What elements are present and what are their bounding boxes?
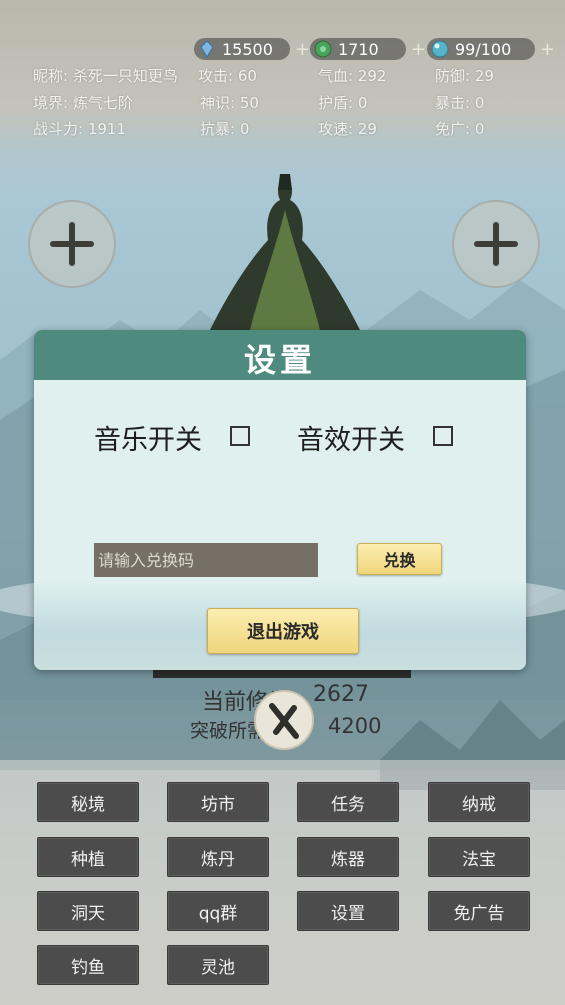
stat-ad-free: 免广: 0	[435, 120, 485, 138]
menu-button-4[interactable]: 纳戒	[428, 782, 530, 822]
menu-button-6[interactable]: 炼丹	[167, 837, 269, 877]
stat-hp: 气血: 292	[318, 67, 387, 85]
sound-toggle-label: 音效开关	[297, 425, 405, 456]
menu-button-9[interactable]: 洞天	[37, 891, 139, 931]
menu-button-13[interactable]: 钓鱼	[37, 945, 139, 985]
stat-defense: 防御: 29	[435, 67, 494, 85]
sound-toggle-checkbox[interactable]	[433, 426, 453, 446]
menu-button-5[interactable]: 种植	[37, 837, 139, 877]
energy-orb-icon	[431, 40, 449, 58]
menu-button-3[interactable]: 任务	[297, 782, 399, 822]
music-toggle-checkbox[interactable]	[230, 426, 250, 446]
plus-icon	[50, 222, 94, 266]
jade-value: 1710	[338, 39, 379, 59]
crystal-value: 15500	[222, 39, 273, 59]
dialog-title: 设置	[243, 341, 316, 379]
current-cultivation-value: 2627	[313, 682, 369, 707]
exit-game-button[interactable]: 退出游戏	[207, 608, 359, 654]
stat-attack: 攻击: 60	[198, 67, 257, 85]
energy-value: 99/100	[455, 39, 512, 59]
menu-button-12[interactable]: 免广告	[428, 891, 530, 931]
menu-button-14[interactable]: 灵池	[167, 945, 269, 985]
energy-resource: 99/100 +	[427, 38, 555, 60]
add-energy-icon[interactable]: +	[540, 39, 555, 60]
breakthrough-value: 4200	[328, 714, 382, 738]
cultivator-character	[210, 174, 360, 330]
stat-shield: 护盾: 0	[318, 94, 368, 112]
add-crystal-icon[interactable]: +	[295, 39, 310, 60]
settings-dialog: 设置 音乐开关 音效开关 兑换 退出游戏	[34, 330, 526, 670]
menu-button-2[interactable]: 坊市	[167, 782, 269, 822]
stat-power: 战斗力: 1911	[33, 120, 126, 138]
menu-button-8[interactable]: 法宝	[428, 837, 530, 877]
stat-realm: 境界: 炼气七阶	[33, 94, 133, 112]
add-jade-icon[interactable]: +	[411, 39, 426, 60]
menu-button-10[interactable]: qq群	[167, 891, 269, 931]
stat-attack-speed: 攻速: 29	[318, 120, 377, 138]
jade-resource: 1710 +	[310, 38, 426, 60]
redeem-code-input[interactable]	[94, 543, 318, 577]
jade-coin-icon	[314, 40, 332, 58]
stat-crit: 暴击: 0	[435, 94, 485, 112]
left-add-button[interactable]	[28, 200, 116, 288]
stat-spirit: 神识: 50	[200, 94, 259, 112]
menu-button-1[interactable]: 秘境	[37, 782, 139, 822]
cultivate-button[interactable]	[254, 690, 314, 750]
menu-button-11[interactable]: 设置	[297, 891, 399, 931]
crystal-resource: 15500 +	[194, 38, 310, 60]
crystal-icon	[200, 40, 214, 58]
plus-icon	[474, 222, 518, 266]
redeem-button[interactable]: 兑换	[357, 543, 442, 575]
right-add-button[interactable]	[452, 200, 540, 288]
cultivate-stroke-icon	[269, 703, 299, 739]
music-toggle-label: 音乐开关	[94, 425, 202, 456]
menu-button-7[interactable]: 炼器	[297, 837, 399, 877]
stat-nickname: 昵称: 杀死一只知更鸟	[33, 67, 178, 85]
stat-crit-resist: 抗暴: 0	[200, 120, 250, 138]
